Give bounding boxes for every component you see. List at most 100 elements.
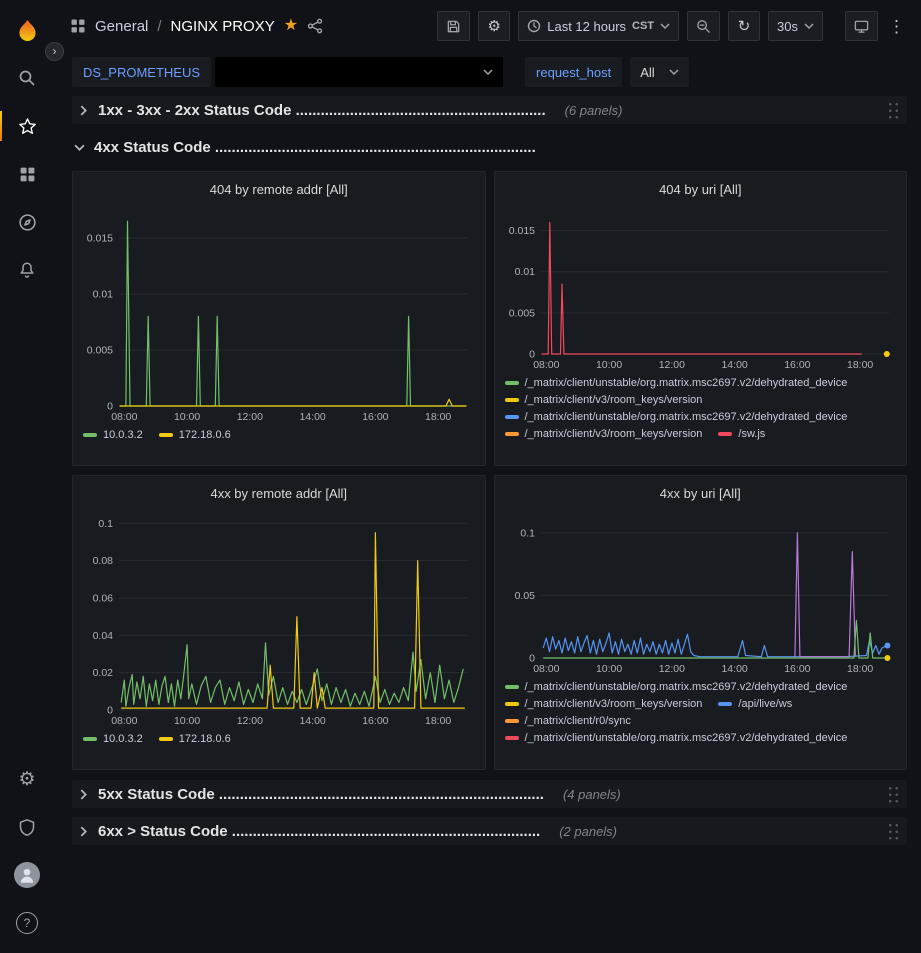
chart-svg: 00.020.040.060.080.108:0010:0012:0014:00…	[81, 506, 477, 728]
timezone-label: CST	[632, 20, 654, 32]
svg-text:18:00: 18:00	[846, 359, 872, 371]
svg-text:0.04: 0.04	[93, 630, 114, 642]
legend-swatch	[718, 702, 732, 706]
chevron-right-icon	[78, 791, 89, 798]
ds-prometheus-label[interactable]: DS_PROMETHEUS	[72, 57, 211, 87]
shield-icon	[18, 818, 36, 836]
sidebar-expand-button[interactable]: ›	[45, 42, 64, 61]
dashboards-grid-icon	[19, 166, 36, 183]
favorite-star-icon[interactable]: ★	[284, 18, 298, 34]
legend-swatch	[505, 685, 519, 689]
tv-mode-button[interactable]	[845, 11, 878, 41]
refresh-icon: ↻	[738, 19, 751, 34]
legend-label: 172.18.0.6	[179, 733, 231, 745]
row-title: 5xx Status Code ........................…	[98, 786, 544, 803]
row-6xx[interactable]: 6xx > Status Code ......................…	[72, 817, 907, 845]
timeseries-chart[interactable]: 00.050.108:0010:0012:0014:0016:0018:00	[503, 506, 899, 676]
refresh-button[interactable]: ↻	[728, 11, 760, 41]
row-drag-handle[interactable]	[886, 783, 899, 805]
row-panel-count: (6 panels)	[565, 103, 623, 118]
legend-item[interactable]: 172.18.0.6	[159, 429, 231, 441]
chevron-right-icon	[78, 107, 89, 114]
sidebar-item-search[interactable]	[0, 54, 54, 102]
panel-title[interactable]: 4xx by remote addr [All]	[81, 480, 477, 506]
sidebar-item-dashboards[interactable]	[0, 150, 54, 198]
dashboard-settings-button[interactable]: ⚙	[478, 11, 510, 41]
svg-text:12:00: 12:00	[658, 663, 684, 675]
refresh-interval-label: 30s	[777, 19, 798, 34]
zoom-out-icon	[696, 19, 711, 34]
clock-icon	[527, 19, 541, 33]
time-range-picker[interactable]: Last 12 hours CST	[518, 11, 679, 41]
sidebar-item-configuration[interactable]: ⚙	[0, 755, 54, 803]
ds-prometheus-select[interactable]	[215, 57, 503, 87]
legend-item[interactable]: /_matrix/client/unstable/org.matrix.msc2…	[505, 377, 848, 389]
row-5xx[interactable]: 5xx Status Code ........................…	[72, 780, 907, 808]
legend-item[interactable]: /_matrix/client/r0/sync	[505, 715, 631, 727]
legend-swatch	[83, 433, 97, 437]
sidebar-item-explore[interactable]	[0, 198, 54, 246]
legend-item[interactable]: /_matrix/client/unstable/org.matrix.msc2…	[505, 732, 848, 744]
refresh-interval-dropdown[interactable]: 30s	[768, 11, 823, 41]
dashboard-content: 1xx - 3xx - 2xx Status Code ............…	[54, 92, 921, 953]
svg-text:12:00: 12:00	[658, 359, 684, 371]
panel-title[interactable]: 4xx by uri [All]	[503, 480, 899, 506]
share-icon[interactable]	[307, 18, 323, 34]
chevron-down-icon	[483, 69, 493, 75]
timeseries-chart[interactable]: 00.0050.010.01508:0010:0012:0014:0016:00…	[81, 202, 477, 424]
breadcrumb-folder[interactable]: General	[95, 18, 148, 35]
row-drag-handle[interactable]	[886, 99, 899, 121]
legend-label: /sw.js	[738, 428, 765, 440]
panel-4xx-by-uri: 4xx by uri [All] 00.050.108:0010:0012:00…	[494, 475, 908, 770]
request-host-select[interactable]: All	[630, 57, 688, 87]
star-icon	[18, 117, 37, 136]
panel-title[interactable]: 404 by uri [All]	[503, 176, 899, 202]
breadcrumb-dashboard-title[interactable]: NGINX PROXY	[171, 18, 275, 35]
svg-text:0.02: 0.02	[93, 667, 114, 679]
chart-svg: 00.0050.010.01508:0010:0012:0014:0016:00…	[503, 202, 899, 372]
legend-label: /_matrix/client/unstable/org.matrix.msc2…	[525, 681, 848, 693]
legend-item[interactable]: /_matrix/client/v3/room_keys/version	[505, 394, 703, 406]
kebab-menu-button[interactable]: ⋮	[886, 11, 907, 41]
apps-grid-icon	[70, 18, 86, 34]
legend-swatch	[505, 719, 519, 723]
breadcrumb-separator: /	[157, 18, 161, 35]
timeseries-chart[interactable]: 00.020.040.060.080.108:0010:0012:0014:00…	[81, 506, 477, 728]
request-host-label[interactable]: request_host	[525, 57, 622, 87]
sidebar-item-alerting[interactable]	[0, 246, 54, 294]
svg-text:14:00: 14:00	[299, 715, 325, 727]
legend-item[interactable]: /_matrix/client/v3/room_keys/version	[505, 428, 703, 440]
compass-icon	[18, 213, 37, 232]
legend-item[interactable]: /sw.js	[718, 428, 765, 440]
svg-text:16:00: 16:00	[784, 663, 810, 675]
timeseries-chart[interactable]: 00.0050.010.01508:0010:0012:0014:0016:00…	[503, 202, 899, 372]
legend-item[interactable]: 10.0.3.2	[83, 733, 143, 745]
row-1xx-3xx-2xx[interactable]: 1xx - 3xx - 2xx Status Code ............…	[72, 96, 907, 124]
row-4xx[interactable]: 4xx Status Code ........................…	[72, 133, 907, 161]
legend-swatch	[718, 432, 732, 436]
legend-item[interactable]: 172.18.0.6	[159, 733, 231, 745]
svg-text:0.01: 0.01	[514, 266, 535, 278]
sidebar-item-help[interactable]: ?	[0, 899, 54, 947]
row-drag-handle[interactable]	[886, 820, 899, 842]
legend-swatch	[505, 398, 519, 402]
zoom-out-button[interactable]	[687, 11, 720, 41]
legend-item[interactable]: /api/live/ws	[718, 698, 792, 710]
legend-item[interactable]: 10.0.3.2	[83, 429, 143, 441]
svg-text:08:00: 08:00	[111, 715, 137, 727]
svg-text:08:00: 08:00	[533, 359, 559, 371]
sidebar-item-starred[interactable]	[0, 102, 54, 150]
chevron-down-icon	[669, 69, 679, 75]
legend-swatch	[505, 381, 519, 385]
panel-title[interactable]: 404 by remote addr [All]	[81, 176, 477, 202]
legend-item[interactable]: /_matrix/client/unstable/org.matrix.msc2…	[505, 681, 848, 693]
request-host-value: All	[640, 65, 654, 80]
time-range-label: Last 12 hours	[547, 19, 626, 34]
sidebar-item-profile[interactable]	[0, 851, 54, 899]
legend-swatch	[505, 702, 519, 706]
legend-item[interactable]: /_matrix/client/unstable/org.matrix.msc2…	[505, 411, 848, 423]
sidebar-item-server-admin[interactable]	[0, 803, 54, 851]
save-dashboard-button[interactable]	[437, 11, 470, 41]
chevron-down-icon	[74, 144, 85, 151]
legend-item[interactable]: /_matrix/client/v3/room_keys/version	[505, 698, 703, 710]
